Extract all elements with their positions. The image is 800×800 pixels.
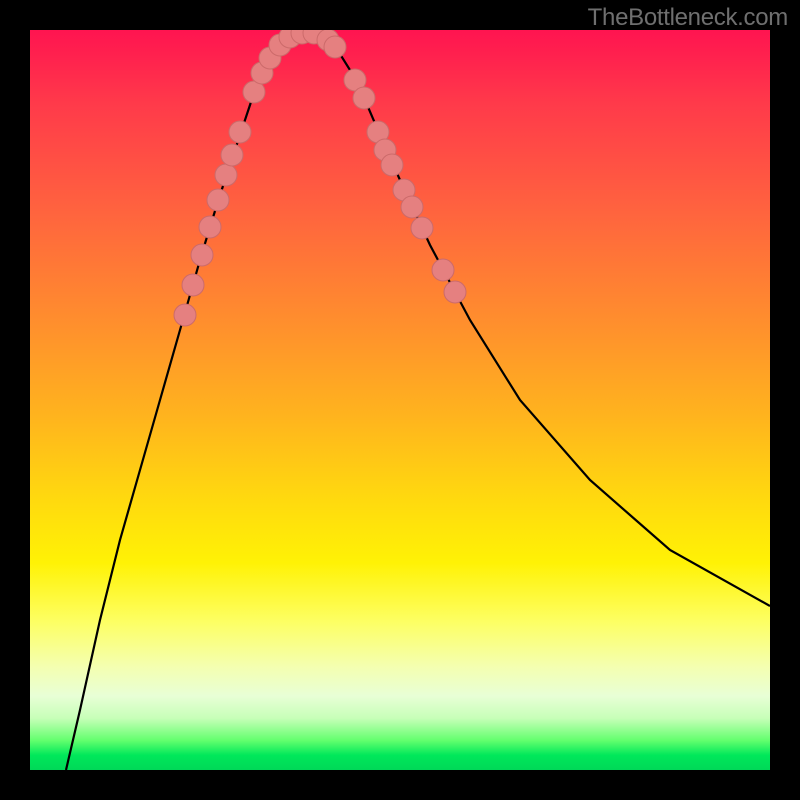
attribution-text: TheBottleneck.com — [588, 4, 788, 32]
curve-marker — [401, 196, 423, 218]
plot-area — [30, 30, 770, 770]
curve-marker — [353, 87, 375, 109]
curve-marker — [182, 274, 204, 296]
curve-marker — [432, 259, 454, 281]
curve-marker — [207, 189, 229, 211]
curve-marker — [444, 281, 466, 303]
curve-marker — [174, 304, 196, 326]
bottleneck-curve — [66, 32, 770, 770]
curve-marker — [199, 216, 221, 238]
plot-svg — [30, 30, 770, 770]
curve-marker — [229, 121, 251, 143]
curve-markers — [174, 30, 466, 326]
curve-marker — [381, 154, 403, 176]
curve-marker — [191, 244, 213, 266]
curve-marker — [221, 144, 243, 166]
curve-marker — [411, 217, 433, 239]
chart-container: TheBottleneck.com — [0, 0, 800, 800]
curve-marker — [324, 36, 346, 58]
curve-marker — [215, 164, 237, 186]
